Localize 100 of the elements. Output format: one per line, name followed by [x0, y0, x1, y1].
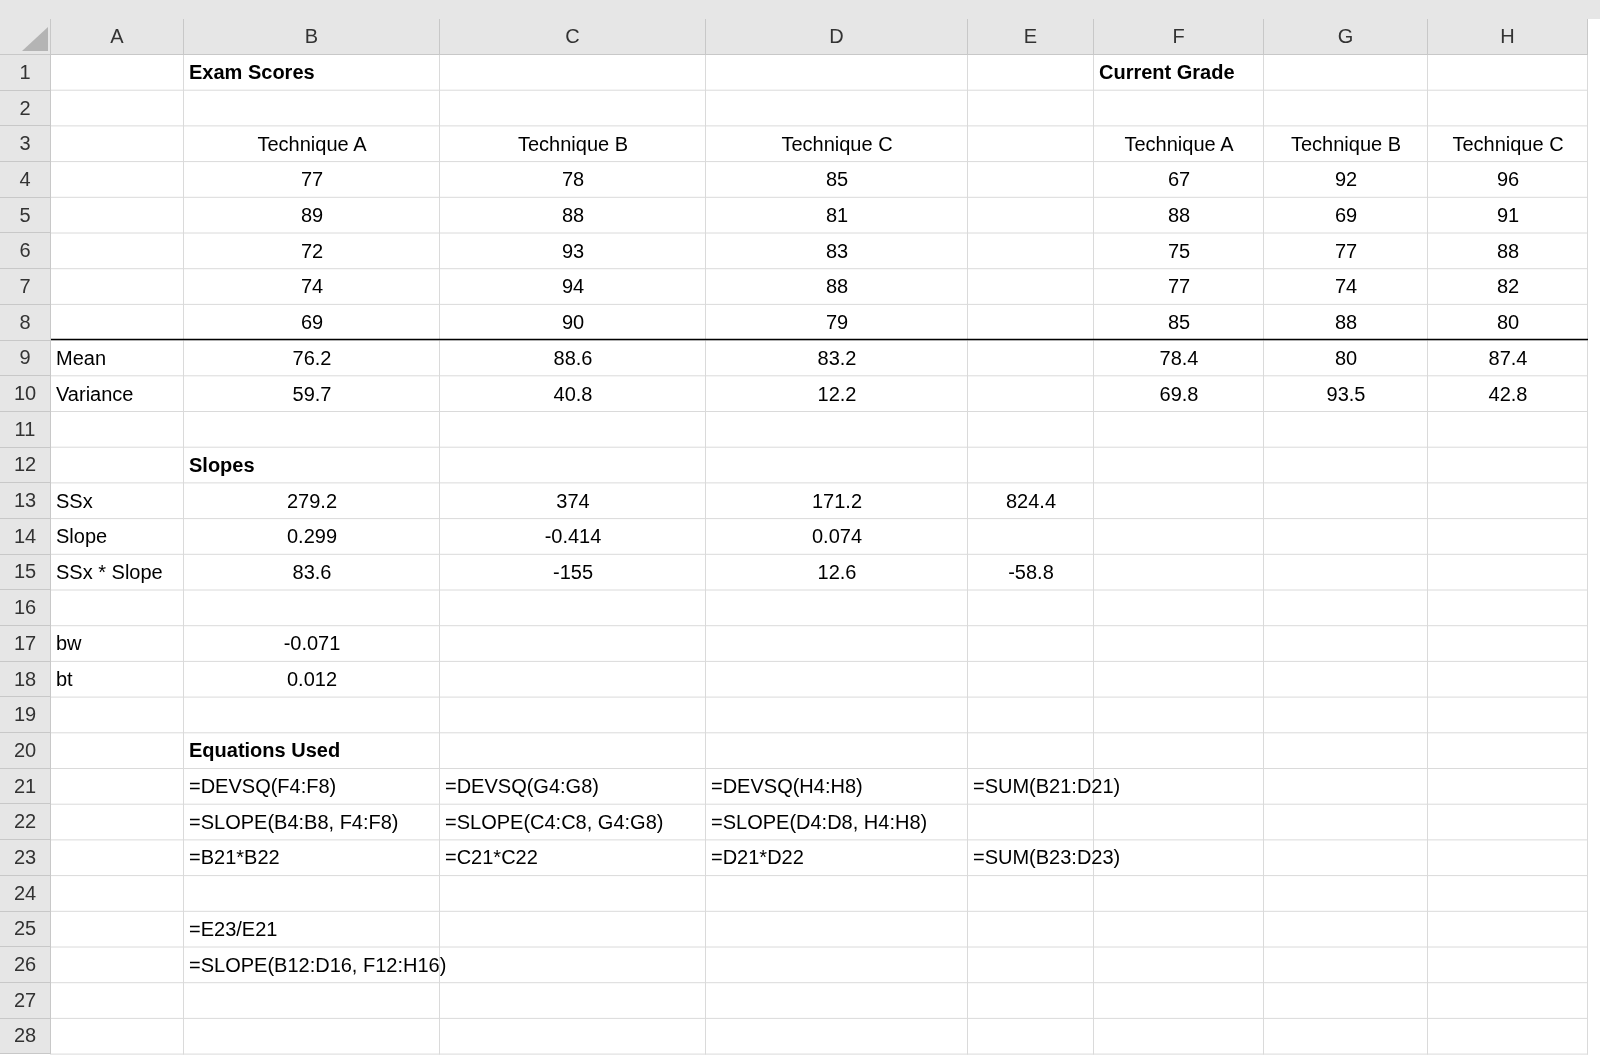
cell-text: 88: [825, 275, 849, 299]
cell-text: =E23/E21: [189, 917, 278, 941]
cell-text: 0.074: [811, 525, 863, 549]
cell-text: Equations Used: [189, 739, 341, 763]
row-header[interactable]: 21: [0, 768, 51, 805]
row-header[interactable]: 18: [0, 661, 51, 698]
cell-text: SSx: [56, 489, 93, 513]
cell-text: 91: [1496, 204, 1520, 228]
row-header[interactable]: 24: [0, 875, 51, 912]
column-header[interactable]: C: [440, 19, 706, 55]
row-header[interactable]: 16: [0, 590, 51, 626]
column-header[interactable]: B: [184, 19, 440, 55]
row-header[interactable]: 12: [0, 447, 51, 484]
cell-text: 88: [1496, 239, 1520, 263]
cell-text: Technique B: [1290, 132, 1402, 156]
cell-text: 824.4: [1005, 489, 1057, 513]
cell-text: 89: [300, 204, 324, 228]
cell-text: 85: [825, 168, 849, 192]
cell-text: =SLOPE(D4:D8, H4:H8): [711, 810, 928, 834]
cell-text: 0.012: [286, 668, 338, 692]
cell-text: Slopes: [189, 453, 255, 477]
cell-text: 74: [300, 275, 324, 299]
cell-text: =DEVSQ(G4:G8): [445, 775, 599, 799]
cell-text: 94: [561, 275, 585, 299]
cell-text: 81: [825, 204, 849, 228]
column-header[interactable]: A: [51, 19, 184, 55]
row-header[interactable]: 6: [0, 233, 51, 270]
cell-text: Technique B: [517, 132, 629, 156]
row-header[interactable]: 8: [0, 304, 51, 341]
row-header[interactable]: 10: [0, 376, 51, 412]
column-header[interactable]: G: [1264, 19, 1428, 55]
row-header[interactable]: 17: [0, 626, 51, 662]
cell-text: 76.2: [292, 346, 332, 370]
row-header[interactable]: 11: [0, 411, 51, 448]
cell-text: Variance: [56, 382, 134, 406]
row-header[interactable]: 13: [0, 483, 51, 519]
cell-text: =DEVSQ(H4:H8): [711, 775, 863, 799]
cell-text: 78.4: [1159, 346, 1199, 370]
cell-text: 42.8: [1488, 382, 1528, 406]
row-header[interactable]: 7: [0, 269, 51, 305]
cell-text: 77: [300, 168, 324, 192]
row-header[interactable]: 4: [0, 162, 51, 198]
cell-text: -0.414: [544, 525, 602, 549]
row-header[interactable]: 15: [0, 554, 51, 591]
row-header[interactable]: 1: [0, 55, 51, 91]
row-header[interactable]: 14: [0, 518, 51, 555]
cell-text: 72: [300, 239, 324, 263]
cell-text: =D21*D22: [711, 846, 804, 870]
row-header[interactable]: 19: [0, 697, 51, 734]
cell-text: bw: [56, 632, 82, 656]
column-header[interactable]: H: [1428, 19, 1588, 55]
cell-text: Technique A: [1124, 132, 1234, 156]
cell-text: 40.8: [553, 382, 593, 406]
row-header[interactable]: 26: [0, 947, 51, 983]
cell-text: 75: [1167, 239, 1191, 263]
row-header[interactable]: 20: [0, 733, 51, 769]
cell-text: Technique C: [781, 132, 893, 156]
cell-text: 12.6: [817, 560, 857, 584]
cell-text: Mean: [56, 346, 107, 370]
row-header[interactable]: 22: [0, 804, 51, 841]
row-header[interactable]: 27: [0, 982, 51, 1019]
cell-text: 83.6: [292, 560, 332, 584]
select-all-button[interactable]: [0, 19, 51, 55]
cell-text: Technique A: [257, 132, 367, 156]
cell-text: 90: [561, 311, 585, 335]
row-header[interactable]: 23: [0, 840, 51, 876]
cell-text: 82: [1496, 275, 1520, 299]
row-header[interactable]: 3: [0, 126, 51, 163]
cell-text: 59.7: [292, 382, 332, 406]
cell-text: 67: [1167, 168, 1191, 192]
row-header[interactable]: 5: [0, 197, 51, 234]
row-header[interactable]: 28: [0, 1018, 51, 1055]
cell-text: 93.5: [1326, 382, 1366, 406]
column-header[interactable]: F: [1094, 19, 1264, 55]
cell-text: Exam Scores: [189, 61, 315, 85]
cell-text: 88: [561, 204, 585, 228]
cell-text: 88: [1334, 311, 1358, 335]
cell-text: 78: [561, 168, 585, 192]
cell-text: =SUM(B23:D23): [973, 846, 1121, 870]
cell-text: 0.299: [286, 525, 338, 549]
cell-text: -0.071: [283, 632, 341, 656]
row-header[interactable]: 9: [0, 340, 51, 377]
cell-text: =SLOPE(B4:B8, F4:F8): [189, 810, 399, 834]
cell-text: =B21*B22: [189, 846, 280, 870]
cell-text: 96: [1496, 168, 1520, 192]
column-header[interactable]: E: [968, 19, 1094, 55]
cell-text: 74: [1334, 275, 1358, 299]
row-header[interactable]: 25: [0, 911, 51, 948]
cell-text: -155: [553, 560, 593, 584]
cell-text: 83: [825, 239, 849, 263]
column-header[interactable]: D: [706, 19, 968, 55]
cell-text: 92: [1334, 168, 1358, 192]
cell-text: -58.8: [1008, 560, 1054, 584]
cell-text: 279.2: [286, 489, 338, 513]
cell-text: 80: [1334, 346, 1358, 370]
cell-text: Slope: [56, 525, 108, 549]
cell-text: 69: [300, 311, 324, 335]
cell-text: 12.2: [817, 382, 857, 406]
cell-text: =SLOPE(B12:D16, F12:H16): [189, 953, 447, 977]
row-header[interactable]: 2: [0, 90, 51, 127]
